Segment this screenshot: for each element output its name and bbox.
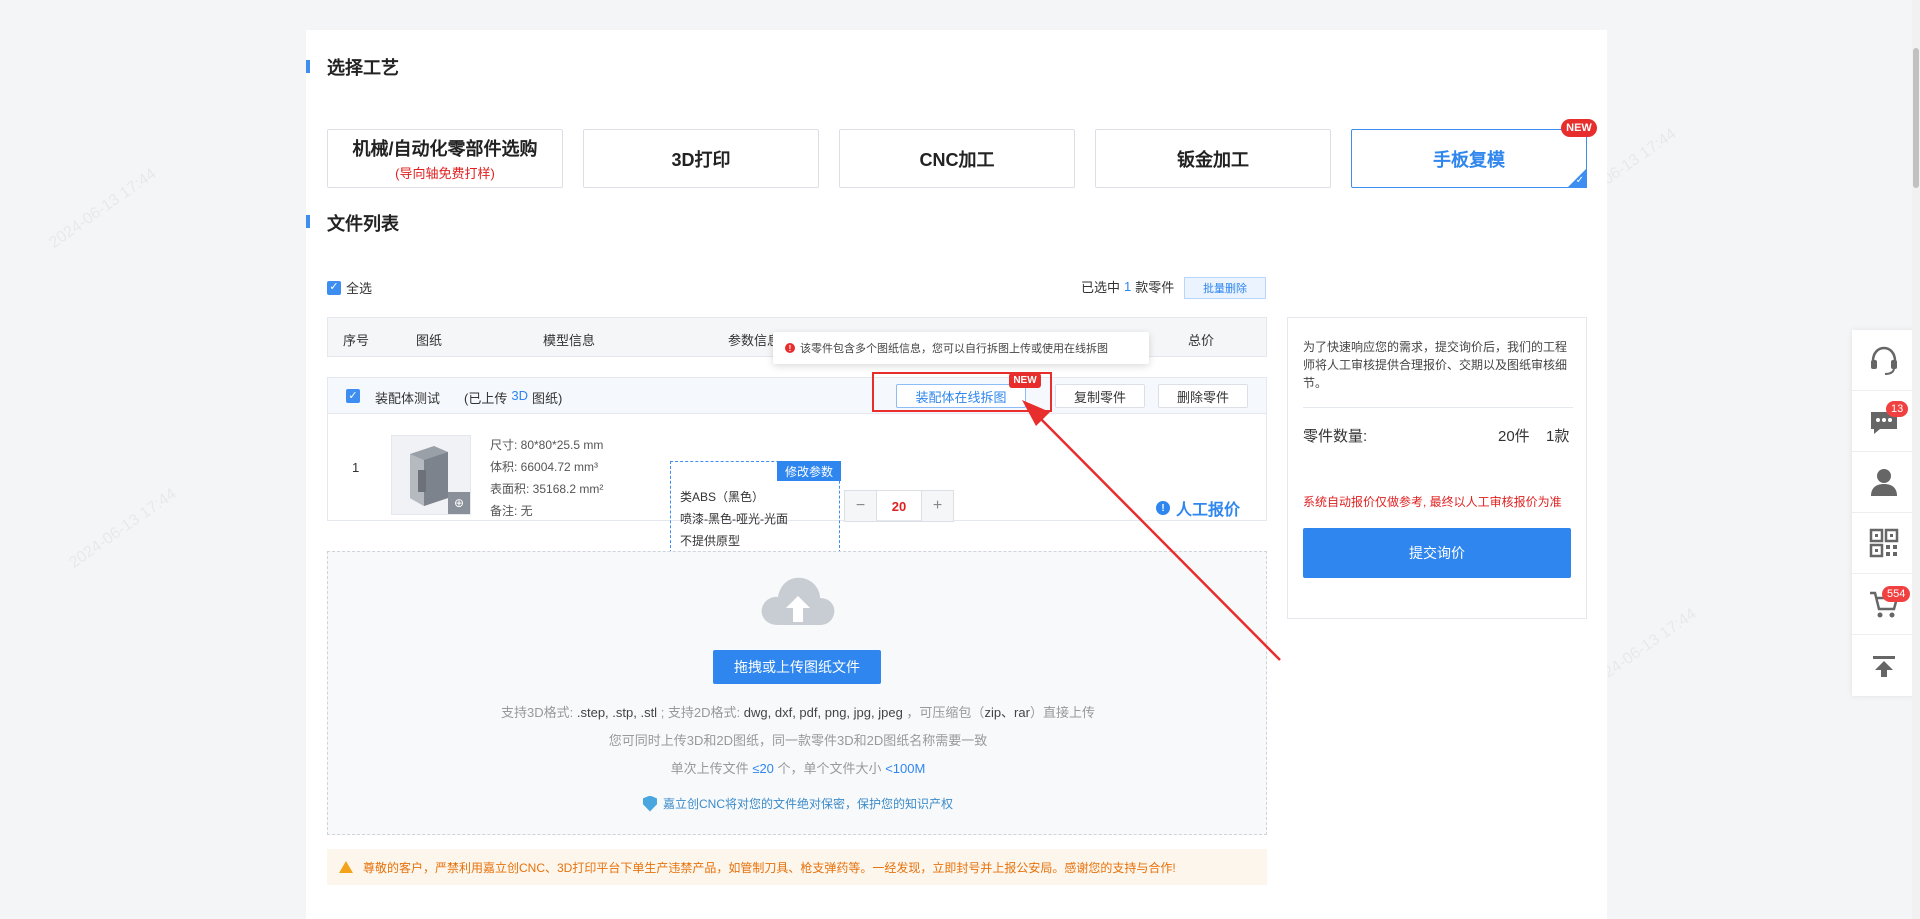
customer-service-button[interactable] (1852, 330, 1916, 391)
qrcode-button[interactable] (1852, 513, 1916, 574)
qrcode-icon (1869, 528, 1899, 558)
messages-badge: 13 (1886, 401, 1909, 417)
user-center-button[interactable] (1852, 452, 1916, 513)
scrollbar-thumb[interactable] (1913, 48, 1919, 188)
scrollbar-track[interactable] (1912, 0, 1920, 919)
messages-button[interactable]: 13 (1852, 391, 1916, 452)
annotation-arrow (1022, 400, 1281, 661)
back-to-top-button[interactable] (1852, 635, 1916, 696)
headset-icon (1871, 346, 1897, 375)
cart-button[interactable]: 554 (1852, 574, 1916, 635)
user-icon (1871, 469, 1897, 496)
cart-badge: 554 (1882, 586, 1911, 602)
back-to-top-icon (1873, 655, 1895, 677)
